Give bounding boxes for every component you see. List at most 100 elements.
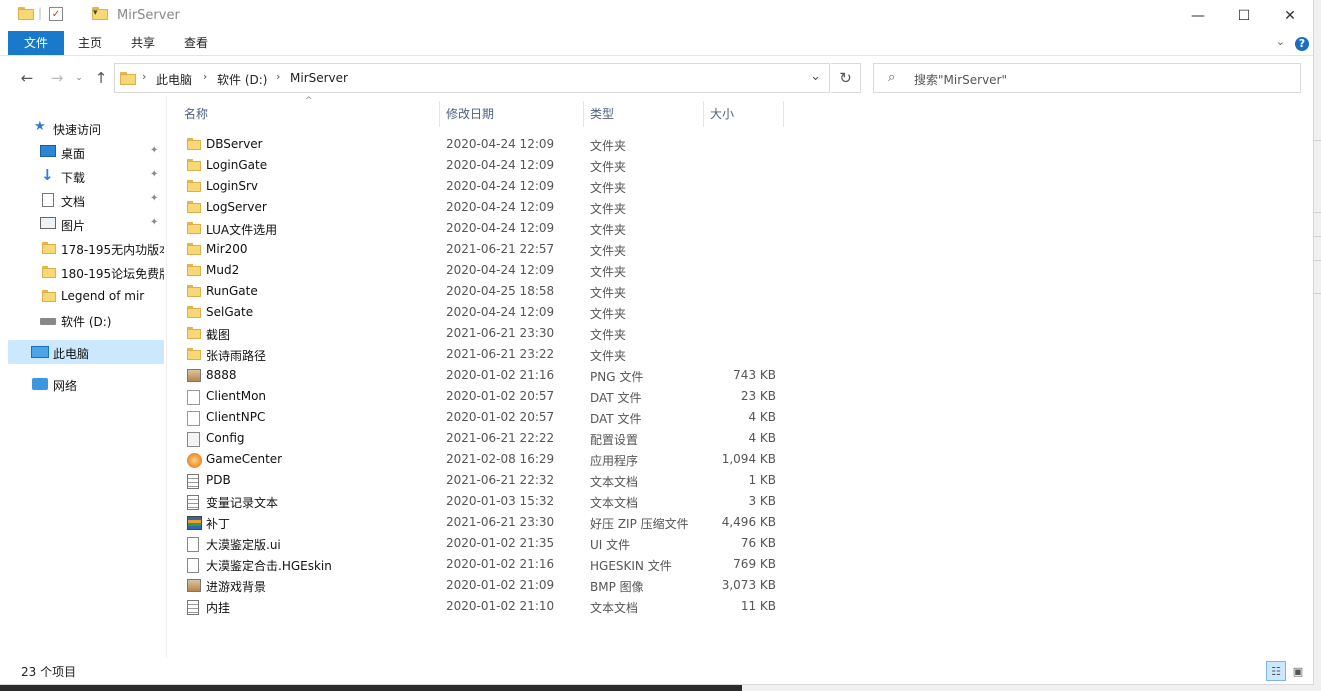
- pin-icon[interactable]: ✦: [150, 217, 158, 228]
- file-row[interactable]: LogServer 2020-04-24 12:09 文件夹: [178, 197, 784, 218]
- column-divider[interactable]: [703, 101, 704, 127]
- pin-icon[interactable]: ✦: [150, 145, 158, 156]
- ribbon-expand-icon[interactable]: ⌄: [1276, 35, 1285, 48]
- column-header-type[interactable]: 类型: [590, 101, 614, 127]
- forward-button[interactable]: →: [46, 68, 68, 88]
- file-row[interactable]: LoginSrv 2020-04-24 12:09 文件夹: [178, 176, 784, 197]
- pin-icon[interactable]: ✦: [150, 193, 158, 204]
- file-name: LogServer: [206, 200, 267, 214]
- tab-view[interactable]: 查看: [174, 31, 218, 55]
- file-modified-date: 2021-06-21 22:22: [446, 431, 555, 445]
- file-row[interactable]: 内挂 2020-01-02 21:10 文本文档 11 KB: [178, 596, 784, 617]
- file-modified-date: 2020-01-02 21:35: [446, 536, 555, 550]
- column-divider[interactable]: [783, 101, 784, 127]
- file-row[interactable]: Mir200 2021-06-21 22:57 文件夹: [178, 239, 784, 260]
- file-size: 3,073 KB: [721, 578, 776, 592]
- sort-ascending-icon: ^: [305, 96, 313, 106]
- maximize-button[interactable]: ☐: [1221, 0, 1267, 31]
- file-name: Mir200: [206, 242, 248, 256]
- file-row[interactable]: ClientMon 2020-01-02 20:57 DAT 文件 23 KB: [178, 386, 784, 407]
- nav-item-network[interactable]: 网络: [8, 372, 164, 396]
- file-type: 文件夹: [590, 139, 627, 153]
- nav-item-drive-d[interactable]: 软件 (D:): [8, 308, 164, 332]
- folder-icon: [42, 290, 56, 302]
- file-row[interactable]: Mud2 2020-04-24 12:09 文件夹: [178, 260, 784, 281]
- nav-item-quick-access[interactable]: ★ 快速访问: [8, 116, 164, 140]
- large-icons-view-button[interactable]: ▣: [1288, 661, 1308, 681]
- file-size: 1,094 KB: [721, 452, 776, 466]
- back-button[interactable]: ←: [16, 68, 38, 88]
- nav-item-label: 软件 (D:): [61, 315, 112, 329]
- quick-access-dropdown-icon[interactable]: ▾: [93, 8, 98, 18]
- minimize-button[interactable]: —: [1175, 0, 1221, 31]
- address-dropdown-icon[interactable]: ⌄: [810, 69, 821, 84]
- file-row[interactable]: GameCenter 2021-02-08 16:29 应用程序 1,094 KB: [178, 449, 784, 470]
- breadcrumb-mirserver[interactable]: MirServer: [290, 71, 348, 85]
- file-row[interactable]: 补丁 2021-06-21 23:30 好压 ZIP 压缩文件 4,496 KB: [178, 512, 784, 533]
- file-row[interactable]: PDB 2021-06-21 22:32 文本文档 1 KB: [178, 470, 784, 491]
- tab-file[interactable]: 文件: [8, 31, 64, 55]
- file-type: UI 文件: [590, 538, 631, 552]
- pin-icon[interactable]: ✦: [150, 169, 158, 180]
- breadcrumb-separator[interactable]: ›: [276, 70, 280, 83]
- file-modified-date: 2020-04-24 12:09: [446, 305, 555, 319]
- pane-divider[interactable]: [166, 96, 167, 658]
- nav-item-downloads[interactable]: ↓ 下载 ✦: [8, 164, 164, 188]
- file-row[interactable]: 大漠鉴定版.ui 2020-01-02 21:35 UI 文件 76 KB: [178, 533, 784, 554]
- file-row[interactable]: 大漠鉴定合击.HGEskin 2020-01-02 21:16 HGESKIN 文件…: [178, 554, 784, 575]
- file-row[interactable]: SelGate 2020-04-24 12:09 文件夹: [178, 302, 784, 323]
- breadcrumb-drive-d[interactable]: 软件 (D:): [217, 71, 267, 88]
- close-button[interactable]: ✕: [1267, 0, 1313, 31]
- nav-item-desktop[interactable]: 桌面 ✦: [8, 140, 164, 164]
- file-row[interactable]: ClientNPC 2020-01-02 20:57 DAT 文件 4 KB: [178, 407, 784, 428]
- nav-item-label: 下载: [61, 171, 86, 185]
- nav-item-pictures[interactable]: 图片 ✦: [8, 212, 164, 236]
- column-divider[interactable]: [583, 101, 584, 127]
- file-name: 进游戏背景: [206, 580, 267, 594]
- file-name: DBServer: [206, 137, 263, 151]
- file-row[interactable]: 进游戏背景 2020-01-02 21:09 BMP 图像 3,073 KB: [178, 575, 784, 596]
- nav-item-folder-180-195[interactable]: 180-195论坛免费版: [8, 260, 164, 284]
- nav-item-documents[interactable]: 文档 ✦: [8, 188, 164, 212]
- file-row[interactable]: DBServer 2020-04-24 12:09 文件夹: [178, 134, 784, 155]
- file-row[interactable]: RunGate 2020-04-25 18:58 文件夹: [178, 281, 784, 302]
- file-row[interactable]: LUA文件选用 2020-04-24 12:09 文件夹: [178, 218, 784, 239]
- column-header-date[interactable]: 修改日期: [446, 101, 494, 127]
- search-icon: ⌕: [888, 70, 896, 85]
- text-file-icon: [187, 474, 199, 489]
- breadcrumb-separator[interactable]: ›: [142, 70, 146, 83]
- file-row[interactable]: 变量记录文本 2020-01-03 15:32 文本文档 3 KB: [178, 491, 784, 512]
- file-row[interactable]: LoginGate 2020-04-24 12:09 文件夹: [178, 155, 784, 176]
- folder-icon: [187, 285, 201, 297]
- nav-item-folder-178-195[interactable]: 178-195无内功版本: [8, 236, 164, 260]
- folder-icon: [42, 266, 56, 278]
- file-type: 文件夹: [590, 349, 627, 363]
- nav-item-label: 文档: [61, 195, 86, 209]
- details-view-button[interactable]: ☷: [1266, 661, 1286, 681]
- column-header-name[interactable]: 名称: [184, 101, 208, 127]
- recent-locations-icon[interactable]: ⌄: [68, 68, 90, 88]
- file-name: 8888: [206, 368, 237, 382]
- search-box[interactable]: ⌕ 搜索"MirServer": [873, 63, 1301, 93]
- file-type: 应用程序: [590, 454, 639, 468]
- file-name: ClientNPC: [206, 410, 266, 424]
- refresh-button[interactable]: ↻: [831, 63, 861, 93]
- file-row[interactable]: 截图 2021-06-21 23:30 文件夹: [178, 323, 784, 344]
- file-row[interactable]: 张诗雨路径 2021-06-21 23:22 文件夹: [178, 344, 784, 365]
- breadcrumb-this-pc[interactable]: 此电脑: [156, 71, 192, 88]
- file-modified-date: 2020-04-24 12:09: [446, 200, 555, 214]
- download-icon: ↓: [41, 166, 54, 184]
- properties-icon[interactable]: ✓: [49, 7, 63, 21]
- column-header-size[interactable]: 大小: [710, 101, 734, 127]
- column-divider[interactable]: [439, 101, 440, 127]
- file-row[interactable]: Config 2021-06-21 22:22 配置设置 4 KB: [178, 428, 784, 449]
- tab-share[interactable]: 共享: [121, 31, 165, 55]
- nav-item-legend-of-mir[interactable]: Legend of mir: [8, 284, 164, 308]
- breadcrumb-separator[interactable]: ›: [203, 70, 207, 83]
- tab-home[interactable]: 主页: [68, 31, 112, 55]
- file-row[interactable]: 8888 2020-01-02 21:16 PNG 文件 743 KB: [178, 365, 784, 386]
- up-button[interactable]: ↑: [90, 68, 112, 88]
- nav-item-this-pc[interactable]: 此电脑: [8, 340, 164, 364]
- address-bar[interactable]: › 此电脑 › 软件 (D:) › MirServer ⌄: [114, 63, 830, 93]
- help-icon[interactable]: ?: [1295, 37, 1309, 51]
